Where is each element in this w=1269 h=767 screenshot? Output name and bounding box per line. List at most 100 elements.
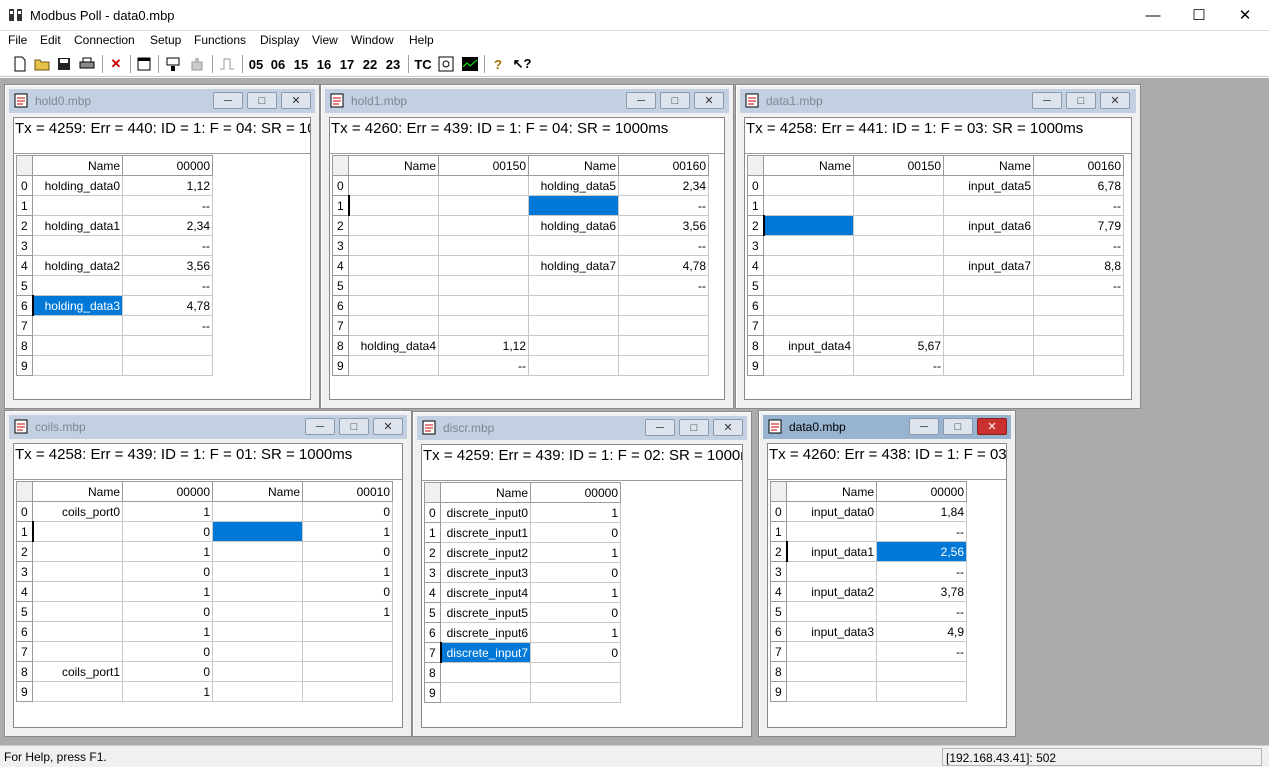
- grid-cell[interactable]: [438, 195, 529, 216]
- grid-cell[interactable]: [763, 355, 854, 376]
- grid-cell[interactable]: 1: [530, 622, 621, 643]
- grid-cell[interactable]: --: [1033, 275, 1124, 296]
- minimize-window-button[interactable]: ─: [1032, 92, 1062, 109]
- grid-cell[interactable]: coils_port0: [32, 501, 123, 522]
- grid-cell[interactable]: [32, 275, 123, 296]
- grid-cell[interactable]: [212, 581, 303, 602]
- grid-cell[interactable]: 0: [122, 521, 213, 542]
- grid-cell[interactable]: [1033, 355, 1124, 376]
- grid-cell[interactable]: [438, 275, 529, 296]
- data-grid[interactable]: Name 00000 0 discrete_input0 1 1 discrete_in…: [424, 482, 621, 703]
- print-icon[interactable]: [76, 54, 98, 74]
- grid-cell[interactable]: 1: [122, 541, 213, 562]
- grid-cell[interactable]: 4,78: [122, 295, 213, 316]
- grid-cell[interactable]: --: [1033, 195, 1124, 216]
- help-icon[interactable]: ?: [488, 54, 508, 74]
- grid-cell[interactable]: holding_data2: [32, 255, 123, 276]
- grid-cell[interactable]: [32, 355, 123, 376]
- window-data0[interactable]: data0.mbp ─ □ ✕ Tx = 4260: Err = 438: ID…: [758, 410, 1016, 737]
- grid-cell[interactable]: [212, 641, 303, 662]
- grid-cell[interactable]: [853, 295, 944, 316]
- menu-connection[interactable]: Connection: [74, 33, 135, 47]
- grid-cell-selected[interactable]: [212, 521, 303, 542]
- grid-cell[interactable]: --: [876, 601, 967, 622]
- grid-cell[interactable]: 1: [122, 581, 213, 602]
- grid-cell[interactable]: [763, 175, 854, 196]
- grid-cell[interactable]: [302, 641, 393, 662]
- grid-cell[interactable]: [853, 235, 944, 256]
- grid-cell[interactable]: --: [876, 641, 967, 662]
- close-window-button[interactable]: ✕: [373, 418, 403, 435]
- grid-cell[interactable]: 1: [302, 561, 393, 582]
- grid-cell[interactable]: discrete_input5: [440, 602, 531, 623]
- grid-cell[interactable]: [763, 315, 854, 336]
- data-grid[interactable]: Name 00000 Name 00010 0 coils_port0 1 0 101 21…: [16, 481, 393, 702]
- grid-cell[interactable]: 1,84: [876, 501, 967, 522]
- new-file-icon[interactable]: [10, 54, 30, 74]
- grid-cell[interactable]: 1: [530, 582, 621, 603]
- grid-cell[interactable]: --: [876, 561, 967, 582]
- grid-cell[interactable]: [1033, 335, 1124, 356]
- grid-cell[interactable]: discrete_input1: [440, 522, 531, 543]
- maximize-window-button[interactable]: □: [943, 418, 973, 435]
- save-icon[interactable]: [54, 54, 74, 74]
- grid-cell[interactable]: [528, 335, 619, 356]
- fc-05-button[interactable]: 05: [247, 54, 265, 74]
- grid-cell[interactable]: [348, 275, 439, 296]
- pulse-icon[interactable]: [216, 54, 238, 74]
- grid-cell[interactable]: [438, 235, 529, 256]
- grid-cell[interactable]: input_data4: [763, 335, 854, 356]
- grid-cell[interactable]: [1033, 315, 1124, 336]
- open-folder-icon[interactable]: [32, 54, 52, 74]
- grid-cell[interactable]: [943, 275, 1034, 296]
- data-grid[interactable]: Name 00000 0 holding_data0 1,12 1 -- 2 holdin…: [16, 155, 213, 376]
- grid-cell[interactable]: [786, 641, 877, 662]
- grid-cell[interactable]: --: [853, 355, 944, 376]
- grid-cell[interactable]: [440, 682, 531, 703]
- grid-cell[interactable]: [763, 275, 854, 296]
- grid-cell[interactable]: [528, 295, 619, 316]
- window-hold1[interactable]: hold1.mbp ─ □ ✕ Tx = 4260: Err = 439: ID…: [320, 84, 734, 409]
- grid-cell[interactable]: --: [122, 195, 213, 216]
- close-window-button[interactable]: ✕: [977, 418, 1007, 435]
- grid-cell[interactable]: 1: [122, 621, 213, 642]
- grid-cell-selected[interactable]: 2,56: [876, 541, 967, 562]
- grid-cell[interactable]: [438, 255, 529, 276]
- menu-help[interactable]: Help: [409, 33, 434, 47]
- menu-display[interactable]: Display: [260, 33, 299, 47]
- minimize-button[interactable]: —: [1130, 0, 1176, 31]
- grid-cell[interactable]: [763, 255, 854, 276]
- window-caption[interactable]: hold1.mbp ─ □ ✕: [325, 89, 729, 113]
- grid-cell[interactable]: [212, 561, 303, 582]
- grid-cell[interactable]: [348, 355, 439, 376]
- grid-cell[interactable]: 1: [122, 681, 213, 702]
- window-caption[interactable]: hold0.mbp ─ □ ✕: [9, 89, 315, 113]
- grid-cell[interactable]: [438, 295, 529, 316]
- grid-cell[interactable]: discrete_input0: [440, 502, 531, 523]
- grid-cell[interactable]: [943, 315, 1034, 336]
- grid-cell[interactable]: --: [122, 275, 213, 296]
- grid-cell[interactable]: [853, 315, 944, 336]
- grid-cell[interactable]: [348, 175, 439, 196]
- menu-view[interactable]: View: [312, 33, 338, 47]
- grid-cell[interactable]: [212, 621, 303, 642]
- grid-cell[interactable]: [853, 175, 944, 196]
- window-caption[interactable]: coils.mbp ─ □ ✕: [9, 415, 407, 439]
- grid-cell[interactable]: [530, 682, 621, 703]
- window-icon[interactable]: [134, 54, 154, 74]
- fc-06-button[interactable]: 06: [269, 54, 287, 74]
- window-caption[interactable]: data0.mbp ─ □ ✕: [763, 415, 1011, 439]
- grid-cell[interactable]: 0: [302, 541, 393, 562]
- grid-cell[interactable]: [32, 235, 123, 256]
- grid-cell[interactable]: 4,78: [618, 255, 709, 276]
- grid-cell[interactable]: [618, 295, 709, 316]
- grid-cell[interactable]: input_data1: [786, 541, 877, 562]
- fc-16-button[interactable]: 16: [315, 54, 333, 74]
- grid-cell[interactable]: discrete_input6: [440, 622, 531, 643]
- grid-cell[interactable]: 7,79: [1033, 215, 1124, 236]
- grid-cell[interactable]: [348, 295, 439, 316]
- grid-cell[interactable]: [786, 521, 877, 542]
- tc-button[interactable]: TC: [413, 54, 433, 74]
- grid-cell[interactable]: [786, 601, 877, 622]
- grid-cell[interactable]: [32, 335, 123, 356]
